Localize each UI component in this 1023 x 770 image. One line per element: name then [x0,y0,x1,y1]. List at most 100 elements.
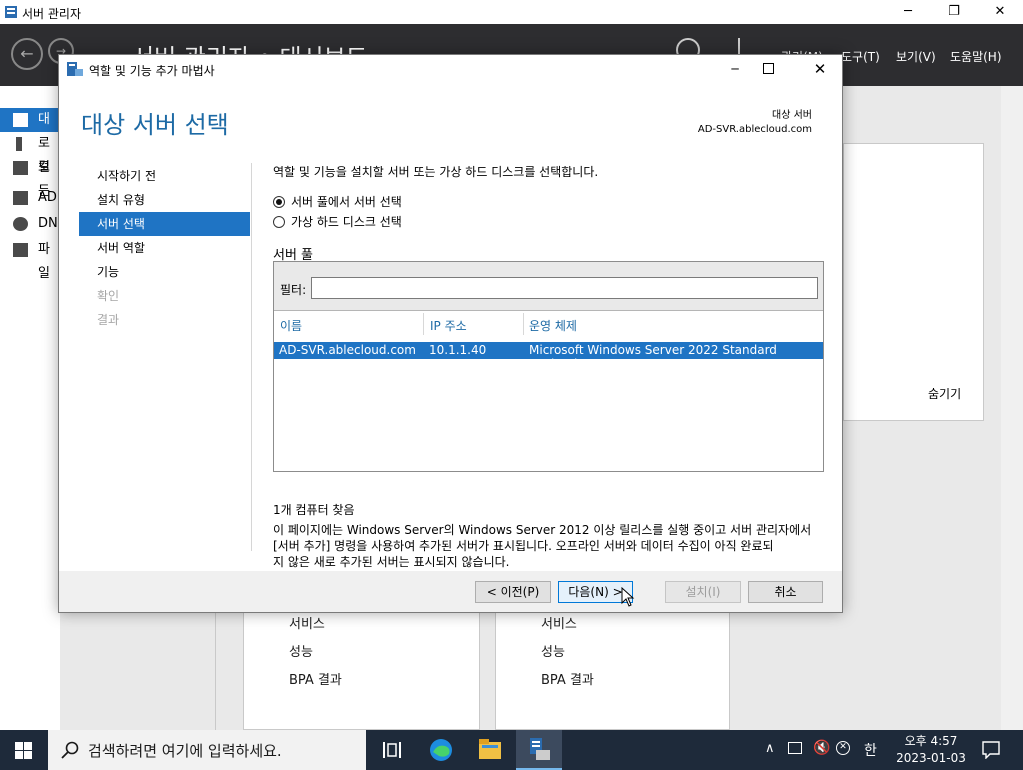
steps-divider [251,163,252,551]
step-confirmation: 확인 [97,289,120,303]
search-icon [61,741,79,759]
server-pool-note: 이 페이지에는 Windows Server의 Windows Server 2… [273,522,833,570]
radio-vhd-label: 가상 하드 디스크 선택 [291,215,402,229]
cell-ip: 10.1.1.40 [429,343,487,357]
column-header-os[interactable]: 운영 체제 [529,317,577,334]
tile-link-bpa[interactable]: BPA 결과 [541,669,594,688]
step-server-roles[interactable]: 서버 역할 [79,236,250,260]
tile-link-performance[interactable]: 성능 [541,641,565,660]
server-manager-title: 서버 관리자 [22,7,82,21]
menu-tools[interactable]: 도구(T) [841,48,880,65]
instruction-text: 역할 및 기능을 설치할 서버 또는 가상 하드 디스크를 선택합니다. [273,165,599,179]
task-view-icon [383,742,401,758]
wizard-maximize-button[interactable] [763,63,774,74]
hide-link[interactable]: 숨기기 [928,385,961,402]
volume-muted-icon[interactable]: 🔇 [813,740,830,756]
server-manager-icon [5,6,17,18]
radio-server-pool-label: 서버 풀에서 서버 선택 [291,195,402,209]
sidebar-item-local[interactable]: 로컬 [0,132,60,175]
clock-date: 2023-01-03 [896,751,966,765]
filter-input[interactable] [311,277,818,299]
tile-link-services[interactable]: 서비스 [289,613,325,632]
tile-link-performance[interactable]: 성능 [289,641,313,660]
sidebar-item-dashboard[interactable]: 대시 [0,108,60,151]
note-line: 이 페이지에는 Windows Server의 Windows Server 2… [273,523,812,537]
mouse-cursor-icon [621,587,635,607]
cancel-button[interactable]: 취소 [748,581,823,603]
edge-icon [430,739,452,761]
wizard-body: 대상 서버 선택 대상 서버 AD-SVR.ablecloud.com 시작하기… [59,83,842,571]
column-separator[interactable] [523,313,524,335]
note-line: 지 않은 새로 추가된 서버는 표시되지 않습니다. [273,555,510,569]
server-manager-icon [530,738,550,760]
filter-label: 필터: [280,283,307,297]
wizard-app-icon [67,62,83,76]
file-services-icon [13,243,28,257]
server-manager-sidebar: 대시 로컬 모든 AD DN 파일 [0,86,60,730]
menu-view[interactable]: 보기(V) [896,48,936,65]
file-explorer-button[interactable] [467,730,513,770]
destination-server-value: AD-SVR.ablecloud.com [697,124,812,135]
computer-count: 1개 컴퓨터 찾음 [273,503,355,517]
radio-server-pool[interactable]: 서버 풀에서 서버 선택 [273,193,402,209]
server-manager-taskbar-button[interactable] [516,730,562,770]
page-title: 대상 서버 선택 [81,111,229,139]
step-before-you-begin[interactable]: 시작하기 전 [79,164,250,188]
radio-unchecked-icon[interactable] [273,216,285,228]
dashboard-icon [13,113,28,127]
install-button: 설치(I) [665,581,741,603]
tile-local-server: 서비스 성능 BPA 결과 [495,596,730,730]
step-installation-type[interactable]: 설치 유형 [79,188,250,212]
clock[interactable]: 오후 4:57 2023-01-03 [893,733,969,767]
table-row[interactable]: AD-SVR.ablecloud.com 10.1.1.40 Microsoft… [274,342,823,371]
wizard-titlebar: 역할 및 기능 추가 마법사 ─ ✕ [59,55,842,83]
sidebar-item-ad[interactable]: AD [0,186,60,210]
folder-icon [479,739,501,759]
step-server-selection[interactable]: 서버 선택 [79,212,250,236]
taskbar-search[interactable]: 검색하려면 여기에 입력하세요. [48,730,366,770]
tile-link-bpa[interactable]: BPA 결과 [289,669,342,688]
ime-indicator[interactable]: 한 [864,740,877,760]
network-icon[interactable] [788,742,802,754]
step-features[interactable]: 기능 [79,260,250,284]
edge-button[interactable] [418,730,464,770]
wizard-close-button[interactable]: ✕ [808,57,832,81]
windows-start-icon[interactable] [15,742,32,759]
scrollbar[interactable] [1001,86,1023,730]
previous-button[interactable]: < 이전(P) [475,581,551,603]
maximize-button[interactable]: ❐ [931,0,977,24]
sidebar-item-files[interactable]: 파일 [0,238,60,281]
search-placeholder: 검색하려면 여기에 입력하세요. [88,742,282,760]
tile-link-services[interactable]: 서비스 [541,613,577,632]
sidebar-item-dns[interactable]: DN [0,212,60,236]
notification-x-icon[interactable]: ✕ [836,741,850,755]
task-view-button[interactable] [368,730,414,770]
add-roles-wizard-dialog: 역할 및 기능 추가 마법사 ─ ✕ 대상 서버 선택 대상 서버 AD-SVR… [58,54,843,613]
column-separator[interactable] [423,313,424,335]
destination-server: 대상 서버 AD-SVR.ablecloud.com [698,109,812,137]
server-manager-titlebar: 서버 관리자 ─ ❐ ✕ [0,0,1023,24]
action-center-icon[interactable] [982,741,1000,759]
radio-checked-icon[interactable] [273,196,285,208]
wizard-minimize-button[interactable]: ─ [723,57,747,81]
step-results: 결과 [97,313,120,327]
note-line: [서버 추가] 명령을 사용하여 추가된 서버가 표시됩니다. 오프라인 서버와… [273,539,774,553]
wizard-title: 역할 및 기능 추가 마법사 [89,64,215,78]
dns-icon [13,217,28,231]
server-list-grid: 이름 IP 주소 운영 체제 AD-SVR.ablecloud.com 10.1… [274,310,823,471]
back-button[interactable]: ← [11,38,43,70]
close-button[interactable]: ✕ [977,0,1023,24]
column-header-name[interactable]: 이름 [280,317,302,334]
destination-server-label: 대상 서버 [772,110,812,121]
minimize-button[interactable]: ─ [885,0,931,24]
taskbar: 검색하려면 여기에 입력하세요. ∧ 🔇 ✕ 한 오후 4:57 2023-01… [0,730,1023,770]
server-icon [16,137,22,151]
radio-vhd[interactable]: 가상 하드 디스크 선택 [273,213,402,229]
welcome-panel: 숨기기 [843,143,984,421]
chevron-up-icon[interactable]: ∧ [765,741,775,756]
column-header-ip[interactable]: IP 주소 [430,317,467,334]
server-pool-box: 필터: 이름 IP 주소 운영 체제 AD-SVR.ablecloud.com … [273,261,824,472]
clock-time: 오후 4:57 [904,734,958,748]
sidebar-item-all[interactable]: 모든 [0,156,60,199]
menu-help[interactable]: 도움말(H) [950,48,1002,65]
